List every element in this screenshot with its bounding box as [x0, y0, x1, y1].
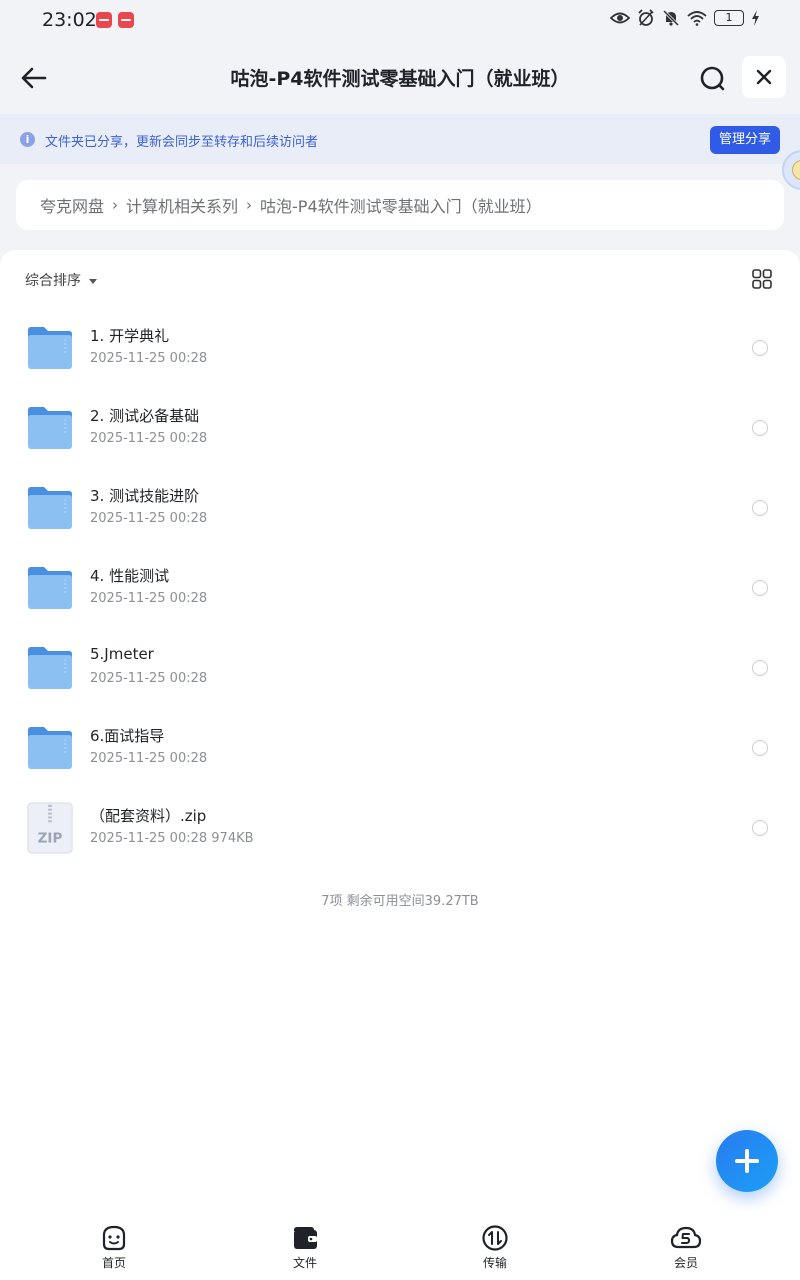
notification-app-icon: [96, 12, 112, 28]
folder-icon: [28, 407, 72, 449]
app-screen: 23:02 1 咕泡-P4软件测试零基础入门（就业班） i 文件夹已分享，更新会…: [0, 0, 800, 1280]
breadcrumb-item-category[interactable]: 计算机相关系列: [126, 193, 238, 217]
page-title: 咕泡-P4软件测试零基础入门（就业班）: [230, 68, 570, 90]
alarm-icon: [638, 9, 654, 26]
breadcrumb: 夸克网盘 › 计算机相关系列 › 咕泡-P4软件测试零基础入门（就业班）: [16, 180, 784, 230]
status-bar: 23:02 1: [0, 0, 800, 40]
file-name: 4. 性能测试: [90, 567, 170, 585]
folder-wallet-icon: [294, 1227, 317, 1249]
storage-summary: 7项 剩余可用空间39.27TB: [321, 894, 479, 909]
manage-share-button[interactable]: 管理分享: [710, 126, 780, 154]
select-radio[interactable]: [752, 820, 768, 836]
file-name: （配套资料）.zip: [90, 807, 207, 825]
folder-icon: [28, 567, 72, 609]
grid-view-toggle[interactable]: [752, 269, 772, 289]
sort-dropdown[interactable]: 综合排序: [25, 270, 97, 290]
breadcrumb-item-root[interactable]: 夸克网盘: [40, 193, 104, 217]
chevron-right-icon: ›: [112, 196, 119, 214]
file-row-folder[interactable]: 1. 开学典礼 2025-11-25 00:28: [0, 308, 800, 388]
caret-down-icon: [89, 278, 97, 284]
zip-file-icon: ZIP: [27, 802, 73, 854]
file-name: 2. 测试必备基础: [90, 407, 200, 425]
share-banner: i 文件夹已分享，更新会同步至转存和后续访问者 管理分享: [0, 114, 800, 164]
folder-icon: [28, 727, 72, 769]
file-row-folder[interactable]: 4. 性能测试 2025-11-25 00:28: [0, 548, 800, 628]
bottom-nav: 首页 文件 传输 会员: [0, 1212, 800, 1280]
battery-icon: 1: [714, 10, 744, 26]
back-button[interactable]: [16, 60, 52, 96]
file-row-folder[interactable]: 2. 测试必备基础 2025-11-25 00:28: [0, 388, 800, 468]
grid-view-icon: [752, 269, 772, 289]
file-meta: 2025-11-25 00:28: [90, 351, 208, 366]
file-row-folder[interactable]: 3. 测试技能进阶 2025-11-25 00:28: [0, 468, 800, 548]
file-row-folder[interactable]: 5.Jmeter 2025-11-25 00:28: [0, 628, 800, 708]
file-meta: 2025-11-25 00:28: [90, 511, 208, 526]
file-panel: 综合排序 1. 开学典礼 2025-11-25 00:28 2. 测试必备基础 …: [0, 250, 800, 1280]
file-meta: 2025-11-25 00:28: [90, 671, 208, 686]
share-banner-message: 文件夹已分享，更新会同步至转存和后续访问者: [45, 135, 319, 150]
top-app-bar: 咕泡-P4软件测试零基础入门（就业班）: [0, 40, 800, 114]
file-row-folder[interactable]: 6.面试指导 2025-11-25 00:28: [0, 708, 800, 788]
file-row-zip[interactable]: ZIP （配套资料）.zip 2025-11-25 00:28 974KB: [0, 788, 800, 868]
zip-badge: ZIP: [38, 830, 63, 846]
select-radio[interactable]: [752, 340, 768, 356]
file-meta: 2025-11-25 00:28: [90, 751, 208, 766]
nav-label: 文件: [292, 1256, 317, 1270]
charging-icon: [752, 10, 759, 26]
search-icon: [700, 66, 725, 91]
sort-label: 综合排序: [25, 273, 81, 289]
nav-label: 会员: [673, 1256, 698, 1270]
eye-icon: [610, 12, 630, 24]
folder-icon: [28, 647, 72, 689]
file-list: 1. 开学典礼 2025-11-25 00:28 2. 测试必备基础 2025-…: [0, 308, 800, 868]
status-time: 23:02: [42, 9, 97, 31]
folder-icon: [28, 327, 72, 369]
member-cloud-icon: [670, 1226, 702, 1249]
add-button[interactable]: [716, 1130, 778, 1192]
select-radio[interactable]: [752, 500, 768, 516]
info-icon: i: [20, 132, 35, 147]
mute-icon: [662, 9, 680, 27]
nav-item-files[interactable]: 文件: [265, 1224, 345, 1271]
select-radio[interactable]: [752, 580, 768, 596]
folder-icon: [28, 487, 72, 529]
status-icons: 1: [610, 9, 760, 27]
arrow-left-icon: [21, 67, 47, 89]
file-meta: 2025-11-25 00:28 974KB: [90, 831, 254, 846]
close-icon: [756, 69, 772, 85]
nav-item-transfer[interactable]: 传输: [455, 1224, 535, 1271]
select-radio[interactable]: [752, 740, 768, 756]
wifi-icon: [687, 11, 707, 26]
close-button[interactable]: [742, 56, 786, 98]
file-name: 5.Jmeter: [90, 645, 154, 663]
file-meta: 2025-11-25 00:28: [90, 591, 208, 606]
nav-item-member[interactable]: 会员: [646, 1224, 726, 1271]
select-radio[interactable]: [752, 420, 768, 436]
file-name: 6.面试指导: [90, 727, 165, 745]
notification-app-icon: [118, 12, 134, 28]
file-meta: 2025-11-25 00:28: [90, 431, 208, 446]
file-name: 1. 开学典礼: [90, 327, 170, 345]
transfer-icon: [482, 1225, 508, 1251]
file-name: 3. 测试技能进阶: [90, 487, 200, 505]
nav-label: 首页: [101, 1256, 126, 1270]
select-radio[interactable]: [752, 660, 768, 676]
home-face-icon: [102, 1225, 126, 1251]
chevron-right-icon: ›: [246, 196, 253, 214]
nav-item-home[interactable]: 首页: [74, 1224, 154, 1271]
search-button[interactable]: [696, 62, 730, 96]
breadcrumb-item-current: 咕泡-P4软件测试零基础入门（就业班）: [260, 197, 542, 216]
nav-label: 传输: [482, 1256, 507, 1270]
